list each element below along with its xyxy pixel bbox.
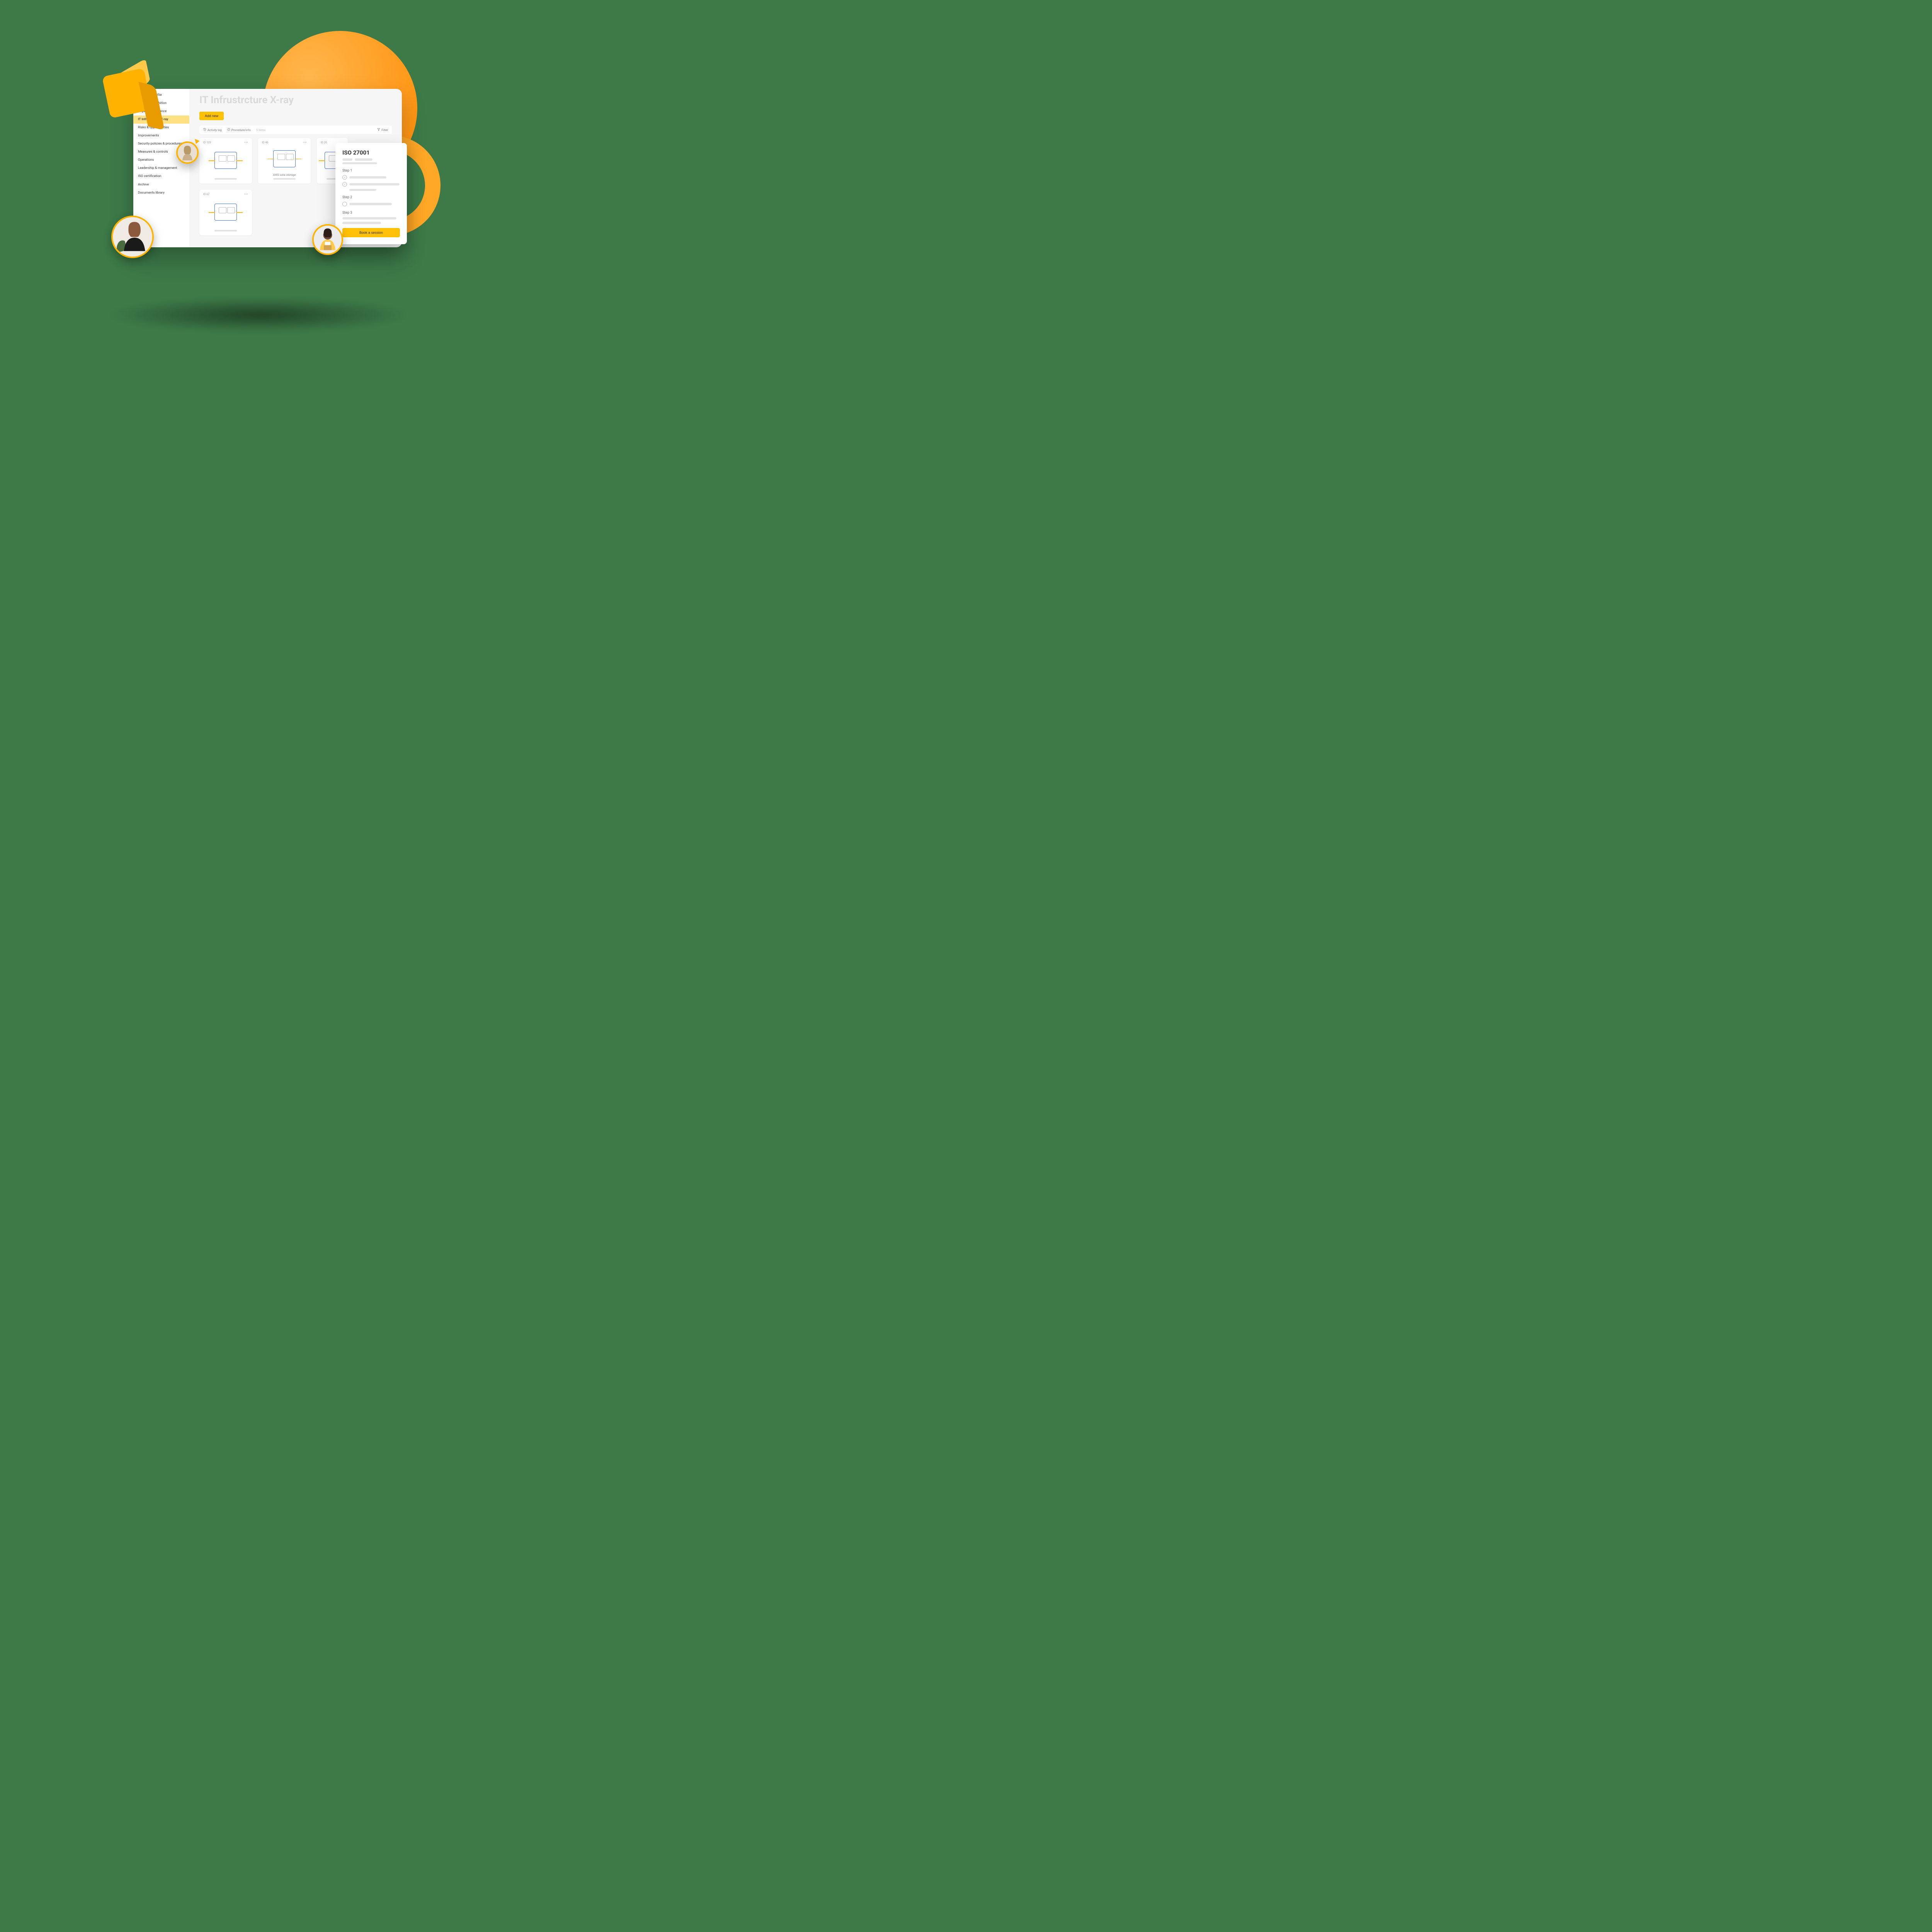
sidebar-item-leadership-management[interactable]: Leadership & management: [133, 164, 189, 172]
toolbar-procedure-info[interactable]: Procedure/info: [227, 128, 251, 132]
check-icon: [342, 182, 347, 187]
sidebar-item-label: Documents library: [138, 191, 165, 195]
placeholder-line: [214, 178, 237, 180]
step-label: Step 2: [342, 196, 400, 199]
placeholder-line: [342, 222, 381, 224]
step-label: Step 1: [342, 169, 400, 173]
sidebar-item-improvements[interactable]: Improvements: [133, 132, 189, 140]
iso-popup: ISO 27001 Step 1 Step 2 Step 3 Book a se…: [335, 143, 407, 244]
toolbar-label: Procedure/info: [231, 128, 251, 132]
placeholder-line: [349, 183, 400, 185]
sidebar-item-label: Leadership & management: [138, 166, 177, 170]
decorative-cube: [102, 67, 157, 122]
diagram-icon: [273, 150, 296, 167]
page-title: IT Infrustrcture X-ray: [199, 94, 392, 106]
card-id: ID 35: [321, 141, 327, 144]
checklist-item[interactable]: [342, 175, 400, 180]
diagram-icon: [214, 204, 237, 221]
diagram-card[interactable]: ID 129 •••: [199, 138, 252, 184]
diagram-card[interactable]: ID 46 ••• AWS sata storage: [258, 138, 311, 184]
sidebar-item-label: Archive: [138, 183, 149, 187]
add-new-button[interactable]: Add new: [199, 112, 224, 120]
sidebar-item-iso-certification[interactable]: ISO certification: [133, 172, 189, 180]
sidebar-item-documents-library[interactable]: Documents library: [133, 189, 189, 197]
step-label: Step 3: [342, 211, 400, 215]
check-icon: [342, 202, 347, 206]
sidebar-item-label: Improvements: [138, 134, 159, 138]
toolbar-item-count: 5 items: [256, 128, 266, 132]
placeholder-line: [342, 158, 352, 161]
checklist-item[interactable]: [342, 202, 400, 206]
filter-icon: [377, 128, 380, 132]
diagram-card[interactable]: ID 67 •••: [199, 190, 252, 235]
placeholder-line: [349, 176, 386, 179]
placeholder-line: [342, 162, 377, 164]
card-menu-icon[interactable]: •••: [244, 193, 248, 196]
diagram-icon: [214, 152, 237, 169]
decorative-shadow: [108, 298, 410, 332]
placeholder-line: [214, 230, 237, 231]
avatar: [111, 216, 154, 258]
sidebar-item-label: ISO certification: [138, 174, 161, 178]
card-label: AWS sata storage: [262, 173, 307, 177]
toolbar-label: Activity log: [207, 128, 222, 132]
card-menu-icon[interactable]: •••: [303, 141, 307, 144]
sidebar-item-archive[interactable]: Archive: [133, 181, 189, 189]
avatar: [312, 224, 343, 255]
toolbar-activity-log[interactable]: Activity log: [203, 128, 222, 132]
placeholder-line: [273, 178, 296, 180]
card-id: ID 46: [262, 141, 268, 144]
sidebar-item-label: Security policies & procedures: [138, 142, 182, 146]
toolbar: Activity log Procedure/info 5 items Filt…: [199, 126, 392, 134]
check-icon: [342, 175, 347, 180]
card-menu-icon[interactable]: •••: [244, 141, 248, 144]
sidebar-item-label: Measures & controls: [138, 150, 168, 154]
avatar: [176, 141, 199, 164]
placeholder-line: [355, 158, 372, 161]
toolbar-label: Filter: [381, 128, 388, 132]
card-id: ID 129: [203, 141, 211, 144]
info-icon: [227, 128, 230, 132]
checklist-item[interactable]: [342, 182, 400, 187]
toolbar-filter[interactable]: Filter: [377, 128, 388, 132]
placeholder-line: [349, 189, 376, 191]
card-id: ID 67: [203, 193, 209, 196]
placeholder-line: [349, 203, 392, 205]
history-icon: [203, 128, 206, 132]
popup-title: ISO 27001: [342, 149, 400, 156]
book-session-button[interactable]: Book a session: [342, 228, 400, 237]
sidebar-item-label: Operations: [138, 158, 154, 162]
placeholder-line: [342, 217, 396, 219]
